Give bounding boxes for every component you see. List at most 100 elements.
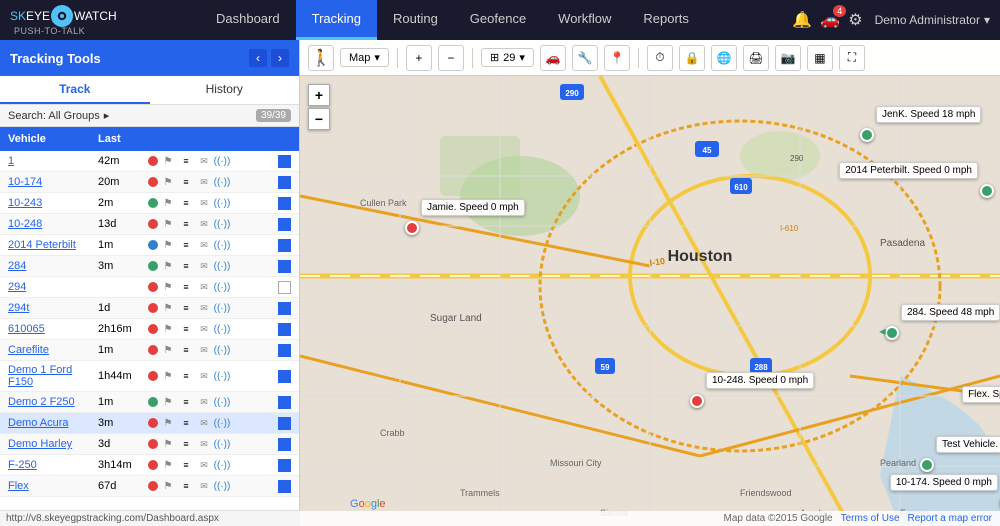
bell-icon[interactable]: 🔔 (792, 10, 812, 30)
vehicle-name[interactable]: Careflite (8, 344, 98, 356)
marker-peterbilt[interactable]: 2014 Peterbilt. Speed 0 mph (980, 184, 994, 198)
signal-icon[interactable]: ((·)) (214, 217, 230, 231)
expand-icon-btn[interactable]: ⛶ (839, 45, 865, 71)
flag-icon[interactable]: ⚑ (160, 196, 176, 210)
zoom-out-btn[interactable]: − (308, 108, 330, 130)
flag-icon[interactable]: ⚑ (160, 175, 176, 189)
list-icon[interactable]: ≡ (178, 479, 194, 493)
marker-jamie[interactable]: Jamie. Speed 0 mph (405, 221, 419, 235)
mail-icon[interactable]: ✉ (196, 196, 212, 210)
vehicle-name[interactable]: 1 (8, 155, 98, 167)
vehicle-name[interactable]: Demo 1 Ford F150 (8, 364, 98, 388)
row-checkbox[interactable] (278, 344, 291, 357)
tab-track[interactable]: Track (0, 76, 150, 104)
nav-reports[interactable]: Reports (627, 0, 705, 40)
select-all-checkbox[interactable] (278, 131, 291, 144)
list-icon[interactable]: ≡ (178, 154, 194, 168)
vehicle-name[interactable]: 10-248 (8, 218, 98, 230)
marker-10248[interactable]: 10-248. Speed 0 mph (690, 394, 704, 408)
list-icon[interactable]: ≡ (178, 395, 194, 409)
vehicle-name[interactable]: 10-174 (8, 176, 98, 188)
list-icon[interactable]: ≡ (178, 259, 194, 273)
row-checkbox[interactable] (278, 239, 291, 252)
mail-icon[interactable]: ✉ (196, 343, 212, 357)
vehicle-name[interactable]: 10-243 (8, 197, 98, 209)
row-checkbox[interactable] (278, 281, 291, 294)
table-icon-btn[interactable]: ▦ (807, 45, 833, 71)
row-checkbox[interactable] (278, 459, 291, 472)
clock-icon-btn[interactable]: ⏱ (647, 45, 673, 71)
signal-icon[interactable]: ((·)) (214, 416, 230, 430)
sidebar-next[interactable]: › (271, 49, 289, 67)
flag-icon[interactable]: ⚑ (160, 479, 176, 493)
map-canvas[interactable]: I-10 I-610 290 Houston Sugar Land Pasade… (300, 76, 1000, 526)
row-checkbox[interactable] (278, 480, 291, 493)
marker-jenk[interactable]: JenK. Speed 18 mph (860, 128, 874, 142)
flag-icon[interactable]: ⚑ (160, 322, 176, 336)
map-type-btn[interactable]: Map ▾ (340, 48, 389, 67)
person-icon-btn[interactable]: 🚶 (308, 45, 334, 71)
mail-icon[interactable]: ✉ (196, 280, 212, 294)
vehicle-name[interactable]: 284 (8, 260, 98, 272)
signal-icon[interactable]: ((·)) (214, 280, 230, 294)
row-checkbox[interactable] (278, 370, 291, 383)
signal-icon[interactable]: ((·)) (214, 343, 230, 357)
tab-history[interactable]: History (150, 76, 300, 104)
list-icon[interactable]: ≡ (178, 238, 194, 252)
nav-geofence[interactable]: Geofence (454, 0, 542, 40)
zoom-in-btn[interactable]: + (308, 84, 330, 106)
vehicle-name[interactable]: 294 (8, 281, 98, 293)
list-icon[interactable]: ≡ (178, 175, 194, 189)
flag-icon[interactable]: ⚑ (160, 458, 176, 472)
signal-icon[interactable]: ((·)) (214, 369, 230, 383)
terms-link[interactable]: Terms of Use (841, 513, 900, 524)
row-checkbox[interactable] (278, 176, 291, 189)
lock-icon-btn[interactable]: 🔒 (679, 45, 705, 71)
mail-icon[interactable]: ✉ (196, 154, 212, 168)
signal-icon[interactable]: ((·)) (214, 238, 230, 252)
map-tool-2[interactable]: 🔧 (572, 45, 598, 71)
row-checkbox[interactable] (278, 438, 291, 451)
nav-workflow[interactable]: Workflow (542, 0, 627, 40)
row-checkbox[interactable] (278, 197, 291, 210)
list-icon[interactable]: ≡ (178, 322, 194, 336)
mail-icon[interactable]: ✉ (196, 437, 212, 451)
camera-icon-btn[interactable]: 📷 (775, 45, 801, 71)
flag-icon[interactable]: ⚑ (160, 280, 176, 294)
flag-icon[interactable]: ⚑ (160, 154, 176, 168)
row-checkbox[interactable] (278, 417, 291, 430)
mail-icon[interactable]: ✉ (196, 175, 212, 189)
mail-icon[interactable]: ✉ (196, 416, 212, 430)
list-icon[interactable]: ≡ (178, 280, 194, 294)
admin-button[interactable]: Demo Administrator ▾ (875, 13, 990, 27)
mail-icon[interactable]: ✉ (196, 395, 212, 409)
list-icon[interactable]: ≡ (178, 343, 194, 357)
mail-icon[interactable]: ✉ (196, 238, 212, 252)
signal-icon[interactable]: ((·)) (214, 322, 230, 336)
row-checkbox[interactable] (278, 396, 291, 409)
signal-icon[interactable]: ((·)) (214, 437, 230, 451)
row-checkbox[interactable] (278, 218, 291, 231)
zoom-out-map[interactable]: − (438, 45, 464, 71)
nav-tracking[interactable]: Tracking (296, 0, 377, 40)
signal-icon[interactable]: ((·)) (214, 479, 230, 493)
zoom-level-btn[interactable]: ⊞ 29 ▾ (481, 48, 534, 67)
signal-icon[interactable]: ((·)) (214, 395, 230, 409)
signal-icon[interactable]: ((·)) (214, 301, 230, 315)
list-icon[interactable]: ≡ (178, 217, 194, 231)
marker-284[interactable]: ◄ 284. Speed 48 mph (885, 326, 899, 340)
flag-icon[interactable]: ⚑ (160, 343, 176, 357)
mail-icon[interactable]: ✉ (196, 458, 212, 472)
row-checkbox[interactable] (278, 260, 291, 273)
flag-icon[interactable]: ⚑ (160, 395, 176, 409)
notification-icon[interactable]: 🚗 4 (820, 10, 840, 30)
vehicle-name[interactable]: Demo Acura (8, 417, 98, 429)
signal-icon[interactable]: ((·)) (214, 196, 230, 210)
flag-icon[interactable]: ⚑ (160, 301, 176, 315)
mail-icon[interactable]: ✉ (196, 322, 212, 336)
list-icon[interactable]: ≡ (178, 301, 194, 315)
flag-icon[interactable]: ⚑ (160, 437, 176, 451)
mail-icon[interactable]: ✉ (196, 301, 212, 315)
print-icon-btn[interactable]: 🖨 (743, 45, 769, 71)
signal-icon[interactable]: ((·)) (214, 458, 230, 472)
